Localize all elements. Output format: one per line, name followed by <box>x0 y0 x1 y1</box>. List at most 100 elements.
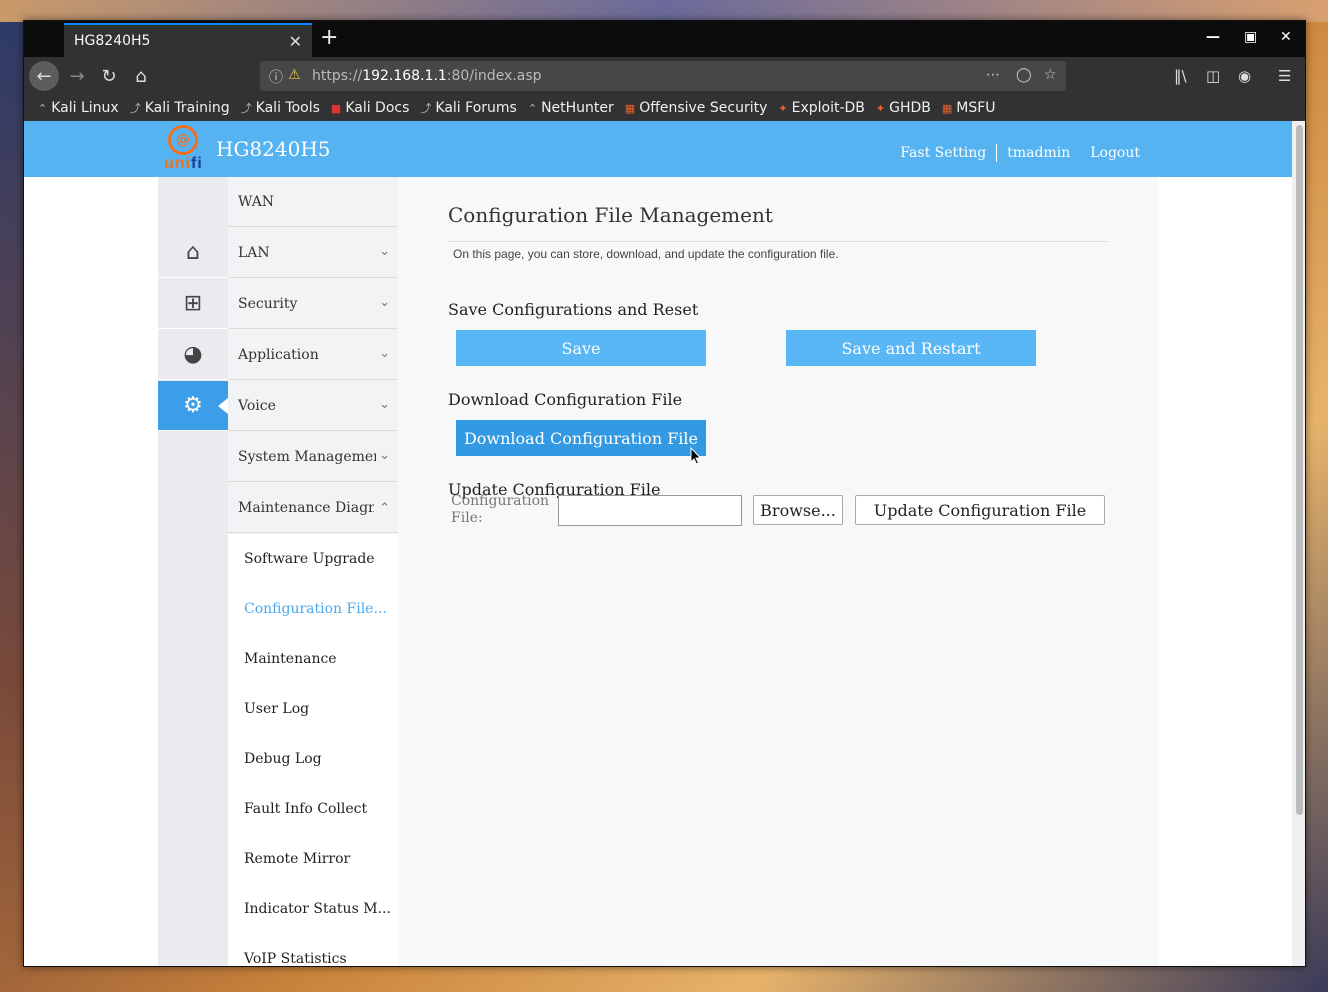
settings-gear-nav-icon[interactable]: ⚙ <box>158 381 228 431</box>
url-bar[interactable]: ⓘ ⚠ https://192.168.1.1:80/index.asp ⋯ ◯… <box>260 61 1066 91</box>
bookmark-label: Offensive Security <box>639 100 768 116</box>
bookmark-offensive-security[interactable]: ▦ Offensive Security <box>625 100 768 116</box>
chevron-down-icon: ⌄ <box>379 346 390 361</box>
bookmark-kali-forums[interactable]: ⤴ Kali Forums <box>420 100 516 116</box>
fast-setting-link[interactable]: Fast Setting <box>890 145 996 162</box>
tab-close-icon[interactable]: ✕ <box>289 32 302 51</box>
menu-label: Maintenance Diagnosis <box>238 499 374 516</box>
mouse-cursor-icon <box>690 447 702 465</box>
home-icon[interactable]: ⌂ <box>126 61 156 91</box>
chevron-down-icon: ⌄ <box>379 295 390 310</box>
bookmark-exploit-db[interactable]: ✦ Exploit-DB <box>778 100 865 116</box>
menu-label: Security <box>238 295 298 312</box>
kali-dragon-icon: ⤴ <box>240 102 252 115</box>
bookmark-label: Kali Training <box>144 100 230 116</box>
info-icon[interactable]: ⓘ <box>269 67 283 87</box>
bookmark-star-icon[interactable]: ☆ <box>1044 67 1057 83</box>
url-scheme: https:// <box>312 68 363 84</box>
submenu-remote-mirror[interactable]: Remote Mirror <box>228 834 398 884</box>
forward-arrow-icon[interactable]: → <box>62 61 92 91</box>
page-description: On this page, you can store, download, a… <box>453 247 839 261</box>
header-links: Fast Setting tmadmin Logout <box>890 144 1150 162</box>
bookmark-kali-linux[interactable]: ⌃ Kali Linux <box>38 100 119 116</box>
update-config-button[interactable]: Update Configuration File <box>855 495 1105 525</box>
submenu-configuration-file[interactable]: Configuration File... <box>228 584 398 634</box>
submenu-user-log[interactable]: User Log <box>228 684 398 734</box>
new-tab-icon[interactable]: + <box>320 27 338 49</box>
submenu-voip-statistics[interactable]: VoIP Statistics <box>228 934 398 967</box>
bookmark-nethunter[interactable]: ⌃ NetHunter <box>528 100 614 116</box>
submenu-label: User Log <box>244 701 310 717</box>
sidebar-icon[interactable]: ◫ <box>1206 67 1220 85</box>
menu-item-wan[interactable]: WAN <box>228 177 398 227</box>
reload-icon[interactable]: ↻ <box>94 61 124 91</box>
exploit-db-icon: ✦ <box>778 101 788 115</box>
desktop-wallpaper <box>0 0 1328 22</box>
library-icon[interactable]: ‖\ <box>1174 67 1187 85</box>
minimize-icon[interactable]: — <box>1206 29 1220 45</box>
kali-dragon-icon: ⌃ <box>38 101 48 115</box>
browser-tab[interactable]: HG8240H5 ✕ <box>64 23 312 57</box>
menu-item-security[interactable]: Security ⌄ <box>228 279 398 329</box>
kali-dragon-icon: ⤴ <box>420 102 432 115</box>
bookmarks-toolbar: ⌃ Kali Linux ⤴ Kali Training ⤴ Kali Tools ■… <box>24 95 1305 121</box>
menu-label: System Management <box>238 448 376 465</box>
pocket-icon[interactable]: ◯ <box>1016 67 1032 83</box>
home-nav-icon[interactable]: ⌂ <box>158 228 228 278</box>
bookmark-label: GHDB <box>889 100 931 116</box>
back-arrow-icon[interactable]: ← <box>29 61 59 91</box>
submenu-maintenance[interactable]: Maintenance <box>228 634 398 684</box>
logout-link[interactable]: Logout <box>1080 145 1150 162</box>
bookmark-kali-docs[interactable]: ■ Kali Docs <box>331 100 410 116</box>
medkit-nav-icon[interactable]: ⊞ <box>158 279 228 329</box>
bookmark-kali-tools[interactable]: ⤴ Kali Tools <box>241 100 320 116</box>
save-button[interactable]: Save <box>456 330 706 366</box>
url-path: :80/index.asp <box>446 68 542 84</box>
submenu-label: Debug Log <box>244 751 322 767</box>
config-file-input[interactable] <box>558 495 742 526</box>
pulse-nav-icon[interactable]: ◕ <box>158 330 228 380</box>
title-divider <box>448 241 1108 242</box>
submenu-fault-info-collect[interactable]: Fault Info Collect <box>228 784 398 834</box>
user-link[interactable]: tmadmin <box>997 145 1080 162</box>
save-and-restart-button[interactable]: Save and Restart <box>786 330 1036 366</box>
msfu-icon: ▦ <box>941 101 953 115</box>
window-close-icon[interactable]: ✕ <box>1280 29 1292 45</box>
web-page: @ unifi HG8240H5 Fast Setting tmadmin Lo… <box>24 121 1292 967</box>
insecure-lock-icon[interactable]: ⚠ <box>288 67 301 83</box>
page-title: Configuration File Management <box>448 203 773 227</box>
download-config-button[interactable]: Download Configuration File <box>456 420 706 456</box>
maximize-icon[interactable]: ▣ <box>1244 29 1257 45</box>
submenu-indicator-status[interactable]: Indicator Status M... <box>228 884 398 934</box>
account-icon[interactable]: ◉ <box>1238 67 1251 85</box>
submenu-label: VoIP Statistics <box>244 951 347 967</box>
unifi-logo[interactable]: @ unifi <box>164 125 210 175</box>
submenu-software-upgrade[interactable]: Software Upgrade <box>228 534 398 584</box>
bookmark-label: Kali Tools <box>255 100 320 116</box>
menu-label: Voice <box>238 397 276 414</box>
bookmark-msfu[interactable]: ▦ MSFU <box>942 100 996 116</box>
page-scrollbar[interactable] <box>1292 121 1305 966</box>
tab-bar: HG8240H5 ✕ + — ▣ ✕ <box>24 21 1305 57</box>
menu-item-application[interactable]: Application ⌄ <box>228 330 398 380</box>
menu-item-voice[interactable]: Voice ⌄ <box>228 381 398 431</box>
download-section-heading: Download Configuration File <box>448 390 683 409</box>
browse-button[interactable]: Browse... <box>753 495 843 525</box>
page-actions-icon[interactable]: ⋯ <box>986 67 1000 83</box>
nethunter-icon: ⌃ <box>527 101 538 115</box>
docs-icon: ■ <box>330 101 342 115</box>
menu-item-maintenance-diagnosis[interactable]: Maintenance Diagnosis ⌃ <box>228 483 398 533</box>
menu-icon[interactable]: ☰ <box>1278 67 1291 85</box>
scrollbar-thumb[interactable] <box>1296 125 1303 815</box>
at-logo-icon: @ <box>168 125 198 155</box>
menu-item-system-management[interactable]: System Management ⌄ <box>228 432 398 482</box>
bookmark-kali-training[interactable]: ⤴ Kali Training <box>130 100 230 116</box>
bookmark-label: Kali Linux <box>51 100 119 116</box>
tab-title: HG8240H5 <box>74 33 151 49</box>
bookmark-ghdb[interactable]: ✦ GHDB <box>876 100 931 116</box>
url-text[interactable]: https://192.168.1.1:80/index.asp <box>312 68 542 84</box>
menu-item-lan[interactable]: LAN ⌄ <box>228 228 398 278</box>
submenu-debug-log[interactable]: Debug Log <box>228 734 398 784</box>
chevron-down-icon: ⌄ <box>379 244 390 259</box>
submenu-label: Indicator Status M... <box>244 901 391 917</box>
